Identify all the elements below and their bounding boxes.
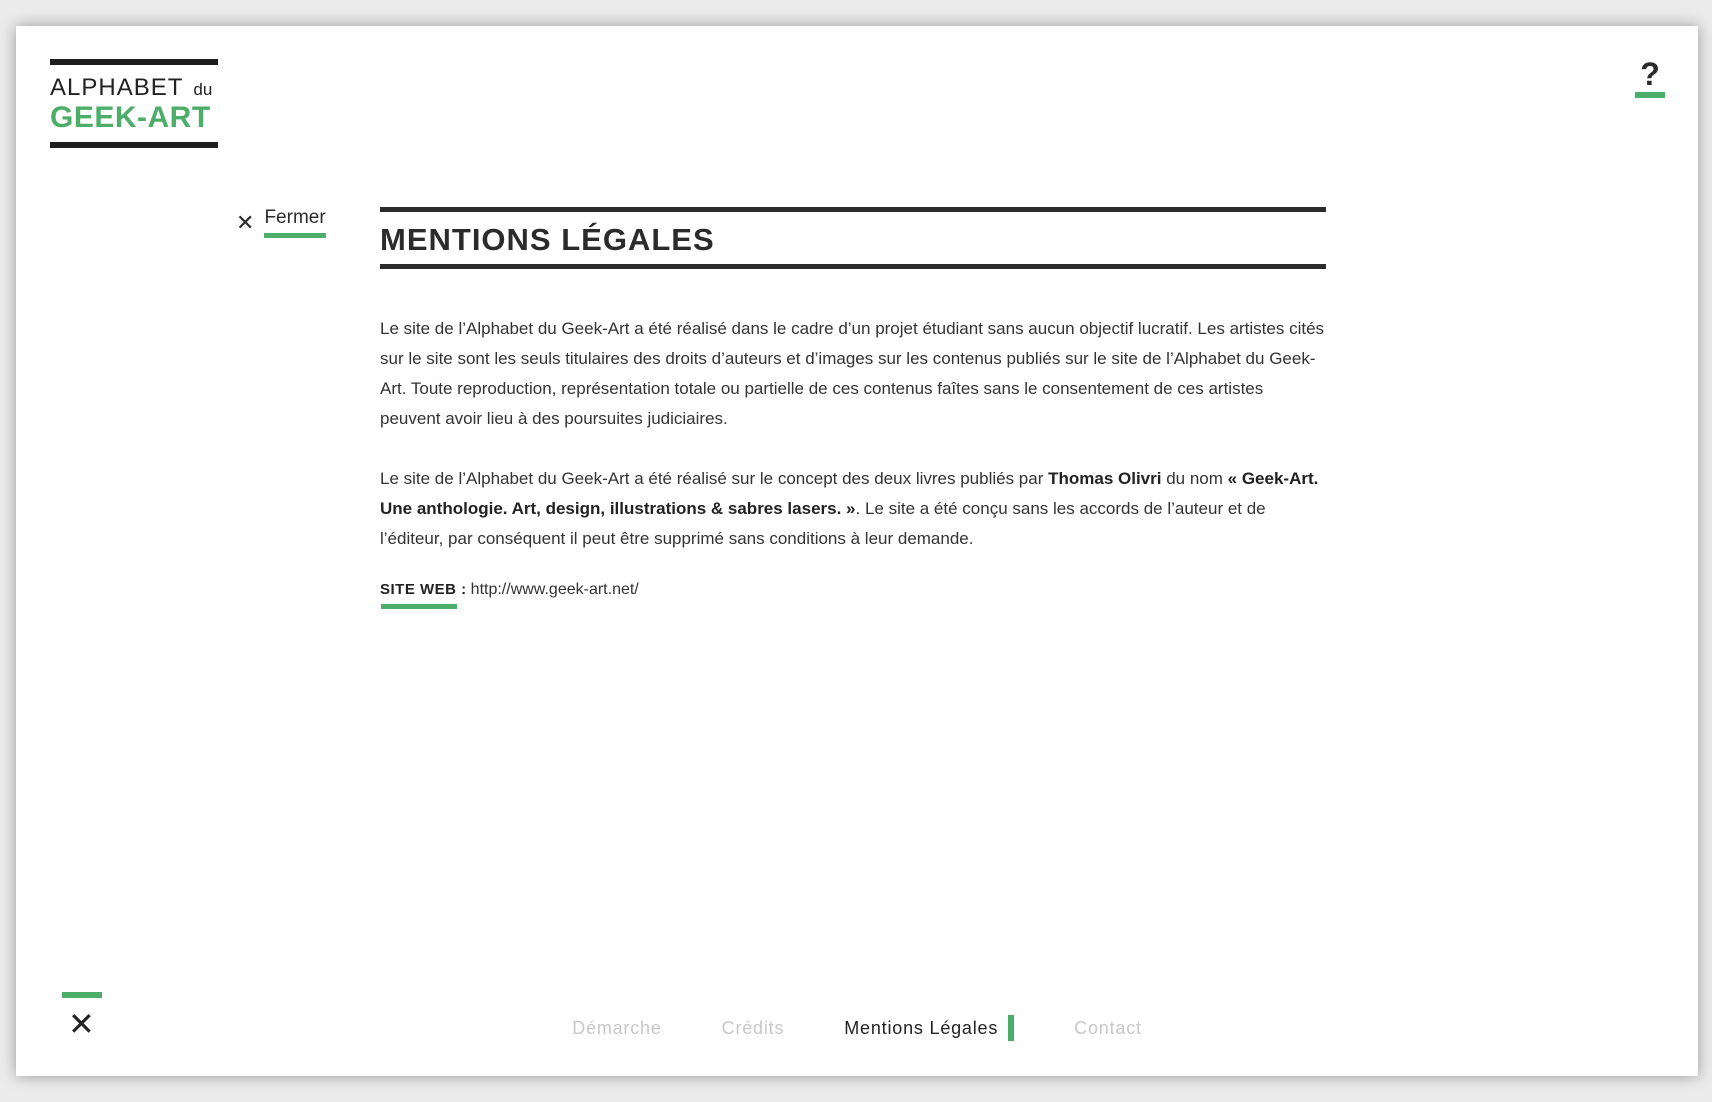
main-content: MENTIONS LÉGALES Le site de l’Alphabet d… bbox=[380, 207, 1326, 609]
site-web-label: SITE WEB : bbox=[380, 581, 467, 598]
nav-item-label: Démarche bbox=[572, 1018, 662, 1038]
close-icon: ✕ bbox=[236, 210, 255, 235]
site-web-underline bbox=[381, 604, 457, 609]
nav-item-credits[interactable]: Crédits bbox=[722, 1015, 785, 1041]
site-web-link[interactable]: http://www.geek-art.net/ bbox=[471, 580, 639, 600]
nav-item-label: Mentions Légales bbox=[844, 1018, 999, 1038]
title-bottom-rule bbox=[380, 264, 1326, 269]
nav-item-label: Crédits bbox=[721, 1018, 785, 1038]
legal-paragraph-2: Le site de l’Alphabet du Geek-Art a été … bbox=[380, 464, 1326, 554]
nav-item-contact[interactable]: Contact bbox=[1074, 1015, 1142, 1041]
bottom-close-bar bbox=[62, 992, 102, 998]
site-logo[interactable]: ALPHABET du GEEK-ART bbox=[50, 59, 218, 148]
close-label-wrap: Fermer bbox=[264, 206, 326, 238]
site-web-row: SITE WEB : http://www.geek-art.net/ bbox=[380, 580, 1326, 609]
active-indicator bbox=[1008, 1015, 1015, 1041]
logo-line2: GEEK-ART bbox=[50, 101, 211, 134]
author-name: Thomas Olivri bbox=[1048, 469, 1162, 488]
help-underline bbox=[1635, 92, 1665, 98]
help-button[interactable]: ? bbox=[1635, 56, 1665, 98]
app-window: ALPHABET du GEEK-ART ? ✕ Fermer MENTIONS … bbox=[16, 26, 1698, 1076]
close-link[interactable]: ✕ Fermer bbox=[236, 206, 326, 238]
question-mark-icon: ? bbox=[1640, 56, 1660, 92]
logo-du-text: du bbox=[193, 80, 213, 99]
close-label-underline bbox=[264, 233, 326, 238]
nav-item-label: Contact bbox=[1074, 1018, 1142, 1038]
legal-paragraph-1: Le site de l’Alphabet du Geek-Art a été … bbox=[380, 319, 1325, 428]
logo-alphabet-text: ALPHABET bbox=[50, 74, 184, 101]
paragraph2-text-a: Le site de l’Alphabet du Geek-Art a été … bbox=[380, 469, 1049, 488]
site-web-label-wrap: SITE WEB : bbox=[380, 580, 467, 609]
paragraph2-text-b: du nom bbox=[1161, 469, 1228, 488]
footer-nav: Démarche Crédits Mentions Légales Contac… bbox=[16, 1015, 1698, 1041]
logo-line1: ALPHABET du bbox=[50, 76, 218, 102]
logo-top-bar bbox=[50, 59, 218, 65]
close-label: Fermer bbox=[264, 207, 326, 228]
nav-item-mentions-legales[interactable]: Mentions Légales bbox=[844, 1015, 1015, 1041]
nav-item-demarche[interactable]: Démarche bbox=[572, 1015, 661, 1041]
logo-bottom-bar bbox=[50, 142, 218, 148]
page-title: MENTIONS LÉGALES bbox=[380, 222, 715, 257]
